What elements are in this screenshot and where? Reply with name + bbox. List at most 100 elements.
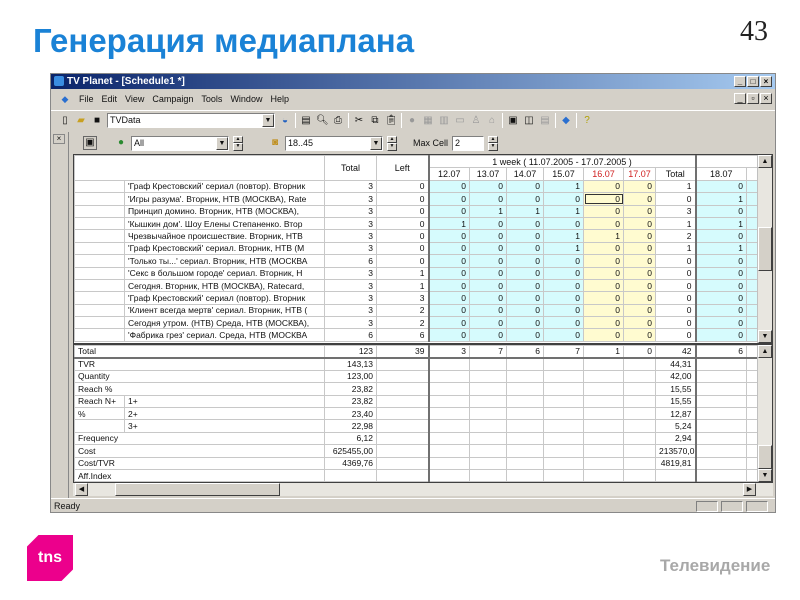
spot-cell[interactable]: 0 <box>506 241 544 256</box>
spot-cell[interactable]: 0 <box>583 241 624 256</box>
spot-cell[interactable]: 0 <box>623 204 656 218</box>
copy-icon[interactable]: ⧉ <box>369 115 381 127</box>
header-day[interactable]: 14.07 <box>506 167 544 181</box>
calendar-icon[interactable]: ▭ <box>454 115 466 127</box>
spot-cell[interactable]: 0 <box>469 229 507 243</box>
sheets-icon[interactable]: ◫ <box>523 115 535 127</box>
menu-file[interactable]: File <box>79 94 94 104</box>
minimize-button[interactable]: _ <box>734 76 746 87</box>
spot-cell[interactable]: 0 <box>583 204 624 218</box>
chevron-down-icon[interactable]: ▼ <box>370 136 382 150</box>
spot-cell[interactable]: 0 <box>583 303 624 318</box>
header-day[interactable]: 15.07 <box>543 167 584 181</box>
cut-icon[interactable]: ✂ <box>353 115 365 127</box>
spot-cell[interactable]: 0 <box>623 328 656 342</box>
spot-cell[interactable]: 0 <box>623 229 656 243</box>
spot-cell[interactable]: 0 <box>583 328 624 342</box>
spot-cell[interactable]: 0 <box>543 216 584 231</box>
program-name[interactable]: Чрезвычайное происшествие. Вторник, НТВ <box>124 229 325 243</box>
spot-cell[interactable]: 0 <box>428 179 470 194</box>
spot-cell[interactable]: 0 <box>583 192 624 206</box>
export-icon[interactable]: ▤ <box>539 115 551 127</box>
spot-cell[interactable]: 0 <box>623 316 656 330</box>
spot-cell[interactable]: 1 <box>695 241 747 256</box>
menu-help[interactable]: Help <box>270 94 289 104</box>
scroll-down-icon[interactable]: ▼ <box>758 330 772 343</box>
spot-cell[interactable]: 0 <box>543 192 584 206</box>
spot-cell[interactable]: 0 <box>428 303 470 318</box>
hscroll-thumb[interactable] <box>115 483 280 496</box>
spot-cell[interactable]: 1 <box>543 241 584 256</box>
database-icon[interactable]: ◒ <box>279 115 291 127</box>
program-name[interactable]: 'Граф Крестовский' сериал. Вторник, НТВ … <box>124 241 325 256</box>
spot-cell[interactable]: 0 <box>469 328 507 342</box>
program-name[interactable]: 'Секс в большом городе' сериал. Вторник,… <box>124 266 325 280</box>
spot-cell[interactable]: 0 <box>543 316 584 330</box>
spot-cell[interactable]: 0 <box>695 278 747 293</box>
scroll-down-icon[interactable]: ▼ <box>758 469 772 482</box>
spot-cell[interactable]: 0 <box>428 316 470 330</box>
spot-cell[interactable]: 0 <box>506 179 544 194</box>
spot-cell[interactable]: 0 <box>695 328 747 342</box>
program-name[interactable]: 'Кышкин дом'. Шоу Елены Степаненко. Втор <box>124 216 325 231</box>
menu-window[interactable]: Window <box>230 94 262 104</box>
spot-cell[interactable]: 0 <box>623 192 656 206</box>
spot-cell[interactable]: 0 <box>583 291 624 305</box>
menu-edit[interactable]: Edit <box>102 94 118 104</box>
spot-cell[interactable]: 0 <box>695 204 747 218</box>
spot-cell[interactable]: 1 <box>695 192 747 206</box>
spot-cell[interactable]: 0 <box>469 266 507 280</box>
spot-cell[interactable]: 0 <box>583 266 624 280</box>
spot-cell[interactable]: 0 <box>469 291 507 305</box>
spot-cell[interactable]: 0 <box>428 192 470 206</box>
spot-cell[interactable]: 0 <box>428 229 470 243</box>
spot-cell[interactable]: 0 <box>543 328 584 342</box>
print-preview-icon[interactable]: 🔍︎ <box>316 115 329 127</box>
spot-cell[interactable]: 0 <box>623 278 656 293</box>
spot-cell[interactable]: 1 <box>469 204 507 218</box>
spot-cell[interactable]: 1 <box>428 216 470 231</box>
spot-cell[interactable]: 0 <box>695 266 747 280</box>
max-cell-input[interactable]: 2 <box>452 135 485 151</box>
spot-cell[interactable]: 0 <box>506 216 544 231</box>
program-name[interactable]: 'Граф Крестовский' сериал (повтор). Втор… <box>124 291 325 305</box>
spot-cell[interactable]: 0 <box>695 316 747 330</box>
schedule-icon[interactable]: ▣ <box>83 136 97 150</box>
program-name[interactable]: Сегодня утром. (НТВ) Среда, НТВ (МОСКВА)… <box>124 316 325 330</box>
audience-spinner[interactable]: ▲ ▼ <box>233 135 243 151</box>
paste-icon[interactable]: 📋︎ <box>385 115 398 127</box>
print-icon[interactable]: ⎙ <box>332 115 344 127</box>
close-button[interactable]: × <box>760 76 772 87</box>
spot-cell[interactable]: 0 <box>623 179 656 194</box>
lock-icon[interactable]: ⌂ <box>486 115 498 127</box>
doc-minimize-button[interactable]: _ <box>734 93 746 104</box>
spot-cell[interactable]: 0 <box>695 291 747 305</box>
spot-cell[interactable]: 0 <box>543 254 584 268</box>
spot-cell[interactable]: 0 <box>506 229 544 243</box>
spot-cell[interactable]: 0 <box>428 204 470 218</box>
spot-cell[interactable]: 0 <box>623 303 656 318</box>
program-name[interactable]: Принцип домино. Вторник, НТВ (МОСКВА), <box>124 204 325 218</box>
spot-cell[interactable]: 0 <box>469 179 507 194</box>
spot-cell[interactable]: 0 <box>506 328 544 342</box>
open-icon[interactable]: ▰ <box>75 115 87 127</box>
summary-vertical-scrollbar[interactable]: ▲ ▼ <box>757 345 772 482</box>
horizontal-scrollbar[interactable]: ◀ ▶ <box>73 483 773 496</box>
menu-tools[interactable]: Tools <box>201 94 222 104</box>
scroll-left-icon[interactable]: ◀ <box>75 483 88 496</box>
spot-cell[interactable]: 1 <box>543 204 584 218</box>
spot-cell[interactable]: 0 <box>623 241 656 256</box>
spot-cell[interactable]: 0 <box>428 241 470 256</box>
spot-cell[interactable]: 0 <box>506 254 544 268</box>
program-name[interactable]: Сегодня. Вторник, НТВ (МОСКВА), Ratecard… <box>124 278 325 293</box>
menu-campaign[interactable]: Campaign <box>152 94 193 104</box>
spot-cell[interactable]: 0 <box>695 179 747 194</box>
spot-cell[interactable]: 1 <box>543 229 584 243</box>
globe-icon[interactable]: ● <box>406 115 418 127</box>
program-name[interactable]: 'Фабрика грез' сериал. Среда, НТВ (МОСКВ… <box>124 328 325 342</box>
spot-cell[interactable]: 0 <box>543 278 584 293</box>
audience-select[interactable]: All ▼ <box>131 135 229 151</box>
spot-cell[interactable]: 0 <box>428 266 470 280</box>
header-day[interactable]: 17.07 <box>623 167 656 181</box>
spot-cell[interactable]: 0 <box>469 316 507 330</box>
